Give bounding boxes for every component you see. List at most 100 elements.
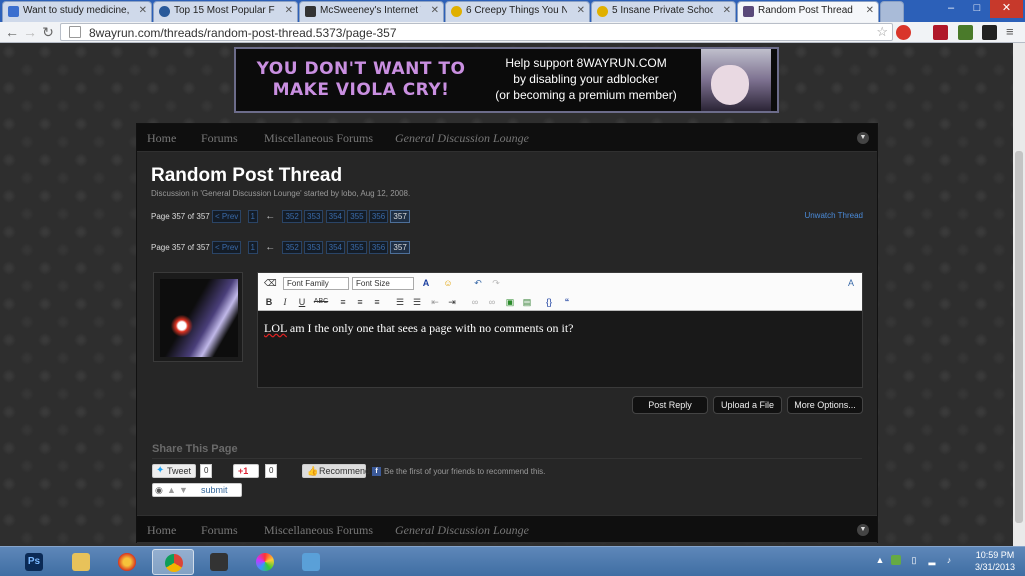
font-size-select[interactable]: Font Size [352, 277, 414, 290]
align-left-icon[interactable]: ≡ [337, 296, 349, 308]
extension-icon[interactable] [933, 25, 948, 40]
extension-icon[interactable] [982, 25, 997, 40]
new-tab-button[interactable] [880, 1, 904, 22]
eraser-icon[interactable]: ⌫ [264, 277, 277, 289]
font-toggle-icon[interactable]: A [845, 277, 857, 289]
browser-tab-active[interactable]: Random Post Thread | Pag ✕ [737, 1, 879, 23]
volume-icon[interactable]: ♪ [944, 555, 954, 565]
browser-tab[interactable]: Want to study medicine, I ✕ [2, 1, 152, 22]
chevron-down-icon[interactable]: ▼ [857, 132, 869, 144]
align-center-icon[interactable]: ≡ [354, 296, 366, 308]
font-family-select[interactable]: Font Family [283, 277, 349, 290]
avatar[interactable] [153, 272, 243, 362]
system-clock[interactable]: 10:59 PM 3/31/2013 [975, 549, 1015, 573]
editor-content[interactable]: LOL am I the only one that sees a page w… [264, 321, 573, 336]
maximize-button[interactable]: □ [964, 0, 990, 18]
facebook-recommend-button[interactable]: 👍 Recommend [302, 464, 370, 478]
reddit-submit-button[interactable]: ◉ ▲ ▼ submit [152, 483, 242, 497]
bullet-list-icon[interactable]: ☰ [394, 296, 406, 308]
network-icon[interactable]: ▂ [927, 555, 937, 565]
page-link[interactable]: 354 [325, 241, 345, 254]
photoshop-taskbar-button[interactable]: Ps [14, 549, 54, 575]
unlink-icon[interactable]: ∞ [486, 296, 498, 308]
forward-arrow-icon[interactable]: → [22, 23, 38, 41]
page-link[interactable]: 356 [368, 210, 389, 223]
close-tab-icon[interactable]: ✕ [431, 5, 439, 16]
prev-page-link[interactable]: < Prev [211, 210, 242, 223]
scrollbar-thumb[interactable] [1015, 151, 1023, 523]
prev-page-link[interactable]: < Prev [211, 241, 242, 254]
undo-icon[interactable]: ↶ [472, 277, 484, 289]
reply-editor[interactable]: ⌫ Font Family Font Size A ☺ ↶ ↷ A B I U … [257, 272, 863, 388]
redo-icon[interactable]: ↷ [490, 277, 502, 289]
close-tab-icon[interactable]: ✕ [139, 5, 147, 16]
chrome-taskbar-button[interactable] [152, 549, 194, 575]
page-link[interactable]: 353 [304, 210, 324, 223]
unwatch-thread-link[interactable]: Unwatch Thread [804, 211, 863, 220]
first-page-link[interactable]: 1 [247, 241, 258, 254]
back-arrow-icon[interactable]: ← [4, 23, 20, 41]
outdent-icon[interactable]: ⇤ [429, 296, 441, 308]
page-link[interactable]: 355 [347, 241, 367, 254]
indent-icon[interactable]: ⇥ [446, 296, 458, 308]
code-icon[interactable]: {} [543, 296, 555, 308]
app-taskbar-button[interactable] [244, 549, 286, 575]
minimize-button[interactable]: – [938, 0, 964, 18]
page-link[interactable]: 354 [325, 210, 345, 223]
image-icon[interactable]: ▣ [504, 296, 516, 308]
app-taskbar-button[interactable] [290, 549, 332, 575]
underline-icon[interactable]: U [296, 296, 308, 308]
page-link[interactable]: 355 [347, 210, 367, 223]
media-icon[interactable]: ▤ [521, 296, 533, 308]
close-tab-icon[interactable]: ✕ [866, 5, 874, 16]
adblock-icon[interactable] [896, 25, 911, 40]
bold-icon[interactable]: B [263, 296, 275, 308]
breadcrumb-misc-forums[interactable]: Miscellaneous Forums [264, 131, 373, 146]
browser-tab[interactable]: 6 Creepy Things You Neve ✕ [445, 1, 590, 22]
left-arrow-icon[interactable]: ← [265, 211, 275, 222]
more-options-button[interactable]: More Options... [787, 396, 863, 414]
breadcrumb-current[interactable]: General Discussion Lounge [395, 523, 529, 538]
close-window-button[interactable]: ✕ [990, 0, 1023, 18]
upload-file-button[interactable]: Upload a File [713, 396, 782, 414]
close-tab-icon[interactable]: ✕ [723, 5, 731, 16]
browser-tab[interactable]: McSweeney's Internet Ten ✕ [299, 1, 444, 22]
chevron-down-icon[interactable]: ▼ [857, 524, 869, 536]
file-explorer-taskbar-button[interactable] [60, 549, 102, 575]
menu-icon[interactable]: ≡ [1006, 24, 1014, 39]
app-taskbar-button[interactable] [106, 549, 148, 575]
close-tab-icon[interactable]: ✕ [577, 5, 585, 16]
italic-icon[interactable]: I [279, 296, 291, 308]
google-plus-button[interactable]: +1 [233, 464, 259, 478]
vertical-scrollbar[interactable] [1013, 43, 1025, 546]
page-link[interactable]: 352 [282, 210, 302, 223]
page-link[interactable]: 353 [304, 241, 324, 254]
page-link[interactable]: 352 [282, 241, 302, 254]
first-page-link[interactable]: 1 [247, 210, 258, 223]
breadcrumb-forums[interactable]: Forums [201, 131, 238, 146]
ad-banner[interactable]: YOU DON'T WANT TO MAKE VIOLA CRY! Help s… [234, 47, 779, 113]
app-taskbar-button[interactable] [198, 549, 240, 575]
browser-tab[interactable]: Top 15 Most Popular Fun ✕ [153, 1, 298, 22]
breadcrumb-home[interactable]: Home [147, 523, 176, 538]
address-bar[interactable]: 8wayrun.com/threads/random-post-thread.5… [60, 23, 893, 41]
quote-icon[interactable]: “ [561, 296, 573, 308]
page-link[interactable]: 356 [368, 241, 389, 254]
breadcrumb-current[interactable]: General Discussion Lounge [395, 131, 529, 146]
bookmark-star-icon[interactable]: ☆ [876, 24, 888, 40]
breadcrumb-misc-forums[interactable]: Miscellaneous Forums [264, 523, 373, 538]
smiley-icon[interactable]: ☺ [442, 277, 454, 289]
left-arrow-icon[interactable]: ← [265, 242, 275, 253]
text-color-icon[interactable]: A [420, 277, 432, 289]
breadcrumb-home[interactable]: Home [147, 131, 176, 146]
strikethrough-icon[interactable]: ABC [313, 296, 329, 308]
battery-icon[interactable]: ▯ [909, 555, 919, 565]
tweet-button[interactable]: ✦ Tweet [152, 464, 196, 478]
close-tab-icon[interactable]: ✕ [285, 5, 293, 16]
reload-icon[interactable]: ↻ [40, 23, 56, 41]
browser-tab[interactable]: 5 Insane Private Schools Y ✕ [591, 1, 736, 22]
extension-icon[interactable] [958, 25, 973, 40]
show-hidden-icons[interactable]: ▲ [875, 555, 885, 565]
tray-app-icon[interactable] [891, 555, 901, 565]
post-reply-button[interactable]: Post Reply [632, 396, 708, 414]
